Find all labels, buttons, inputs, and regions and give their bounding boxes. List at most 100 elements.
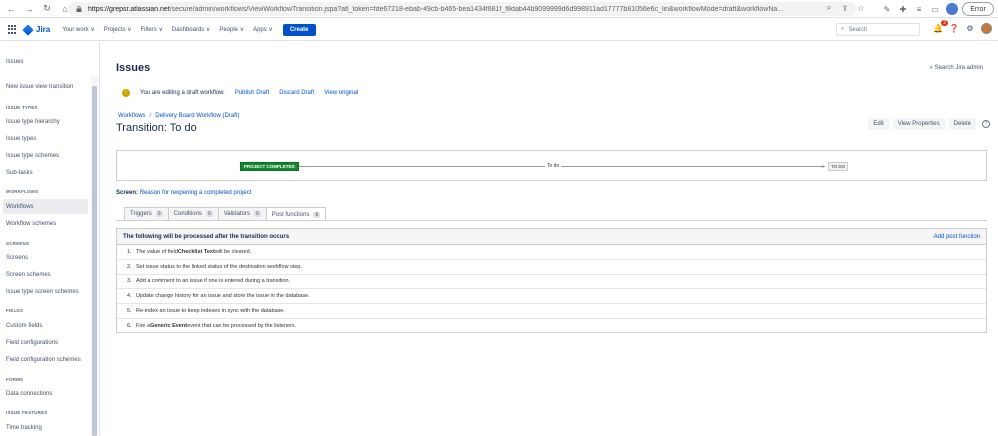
- sidebar-item-screens[interactable]: Screens: [6, 255, 28, 261]
- extensions-puzzle-icon[interactable]: ✚: [898, 4, 908, 14]
- tab-conditions[interactable]: Conditions 0: [167, 207, 219, 220]
- tab-count: 0: [253, 211, 261, 217]
- search-admin-label: Search Jira admin: [934, 65, 983, 71]
- create-button[interactable]: Create: [282, 23, 316, 36]
- search-icon: ⌕: [841, 26, 845, 32]
- breadcrumb-separator: /: [149, 113, 152, 119]
- sidebar-scrollbar[interactable]: [91, 76, 98, 436]
- tab-count: 6: [313, 211, 321, 218]
- user-avatar[interactable]: [981, 23, 992, 34]
- list-item-text: Fire a: [136, 323, 151, 330]
- app-switcher-icon[interactable]: [8, 24, 18, 35]
- share-icon[interactable]: ⇪: [840, 3, 850, 13]
- transition-title: Transition: To do: [116, 122, 197, 134]
- help-icon[interactable]: ❓: [949, 24, 959, 34]
- list-item: 1. The value of field Checklist Text will…: [117, 245, 986, 260]
- list-item: 5. Re-index an issue to keep indexes in s…: [117, 304, 986, 319]
- transition-actions: Edit View Properties Delete ?: [868, 118, 990, 130]
- to-status-lozenge: TO DO: [828, 162, 849, 171]
- side-panel-icon[interactable]: ▭: [930, 4, 940, 14]
- list-item-text-end: event that can be processed by the liste…: [187, 323, 297, 330]
- publish-draft-link[interactable]: Publish Draft: [235, 90, 269, 96]
- menu-projects[interactable]: Projects ∨: [104, 26, 132, 33]
- sidebar-item-issue-type-hierarchy[interactable]: Issue type hierarchy: [6, 119, 60, 125]
- edit-button[interactable]: Edit: [868, 118, 889, 130]
- sidebar-scrollbar-thumb[interactable]: [92, 86, 97, 436]
- sidebar-item-new-issue-view-transition[interactable]: New issue view transition: [6, 84, 73, 90]
- screen-link[interactable]: Reason for reopening a completed project: [140, 190, 252, 196]
- menu-people[interactable]: People ∨: [219, 26, 244, 33]
- search-placeholder: Search: [848, 26, 868, 33]
- zoom-icon[interactable]: ⌕: [824, 3, 834, 13]
- draft-notice: ! You are editing a draft workflow. Publ…: [122, 89, 358, 97]
- profile-avatar[interactable]: [946, 3, 958, 15]
- tab-label: Post functions: [271, 211, 310, 218]
- notifications-icon[interactable]: 🔔 2: [933, 19, 948, 34]
- sidebar-item-time-tracking[interactable]: Time tracking: [6, 425, 42, 431]
- sidebar-heading-forms: FORMS: [6, 377, 24, 382]
- sidebar-item-screen-schemes[interactable]: Screen schemes: [6, 272, 51, 278]
- menu-apps[interactable]: Apps ∨: [253, 26, 273, 33]
- jira-top-nav: Jira Your work ∨ Projects ∨ Filters ∨ Da…: [0, 19, 998, 41]
- list-item-text: Add a comment to an issue if one is ente…: [136, 278, 291, 285]
- tab-count: 0: [205, 211, 213, 217]
- list-item-text-end: will be cleared.: [214, 248, 252, 255]
- view-properties-button[interactable]: View Properties: [892, 118, 945, 130]
- arrow-right-icon: ▸: [822, 164, 826, 170]
- post-functions-header: The following will be processed after th…: [117, 229, 986, 245]
- forward-icon[interactable]: →: [22, 2, 36, 16]
- sidebar-item-issue-type-schemes[interactable]: Issue type schemes: [6, 153, 59, 159]
- delete-button[interactable]: Delete: [948, 118, 976, 130]
- sidebar-item-field-configurations[interactable]: Field configurations: [6, 340, 58, 346]
- screen-row: Screen: Reason for reopening a completed…: [116, 190, 251, 196]
- tab-label: Validators: [223, 211, 250, 217]
- tab-post-functions[interactable]: Post functions 6: [265, 207, 327, 221]
- back-icon[interactable]: ←: [4, 2, 18, 16]
- list-item: 3. Add a comment to an issue if one is en…: [117, 275, 986, 290]
- discard-draft-link[interactable]: Discard Draft: [279, 90, 314, 96]
- main-content: Issues ⌕ Search Jira admin ! You are edi…: [100, 42, 998, 436]
- list-item-text: Set issue status to the linked status of…: [136, 263, 303, 270]
- tab-triggers[interactable]: Triggers 0: [124, 207, 169, 220]
- media-queue-icon[interactable]: ≡: [914, 4, 924, 14]
- menu-dashboards[interactable]: Dashboards ∨: [172, 26, 210, 33]
- admin-sidebar: Issues New issue view transition ISSUE T…: [0, 42, 100, 436]
- menu-your-work[interactable]: Your work ∨: [62, 26, 95, 33]
- breadcrumb-workflows[interactable]: Workflows: [118, 113, 146, 119]
- list-item: 4. Update change history for an issue and…: [117, 289, 986, 305]
- menu-filters[interactable]: Filters ∨: [141, 26, 163, 33]
- search-jira-admin-link[interactable]: ⌕ Search Jira admin: [930, 65, 983, 72]
- warning-icon: !: [122, 89, 130, 97]
- jira-logo[interactable]: Jira: [22, 23, 50, 36]
- list-item-bold-text: Generic Event: [150, 323, 188, 330]
- list-item-bold-text: Checklist Text: [177, 248, 215, 255]
- address-bar[interactable]: https://grepsr.atlassian.net/secure/admi…: [68, 2, 856, 16]
- screen-label: Screen:: [116, 190, 139, 196]
- post-functions-heading: The following will be processed after th…: [123, 233, 290, 240]
- tab-label: Conditions: [173, 211, 202, 217]
- sidebar-item-field-configuration-schemes[interactable]: Field configuration schemes: [6, 357, 81, 363]
- settings-gear-icon[interactable]: ⚙: [965, 24, 975, 34]
- sidebar-item-custom-fields[interactable]: Custom fields: [6, 323, 42, 329]
- extension-tool-icon[interactable]: ✎: [882, 4, 892, 14]
- sidebar-item-issue-type-screen-schemes[interactable]: Issue type screen schemes: [6, 289, 79, 295]
- sidebar-item-issue-types[interactable]: Issue types: [6, 136, 36, 142]
- reload-icon[interactable]: ↻: [40, 2, 54, 16]
- view-original-link[interactable]: View original: [324, 90, 358, 96]
- help-circle-icon[interactable]: ?: [982, 120, 990, 128]
- bookmark-star-icon[interactable]: ☆: [856, 3, 866, 13]
- breadcrumb-workflow-draft[interactable]: Delivery Board Workflow (Draft): [155, 113, 239, 119]
- list-item-number: 2.: [127, 263, 132, 270]
- browser-error-button[interactable]: Error: [962, 2, 994, 16]
- sidebar-item-issues[interactable]: Issues: [6, 59, 23, 65]
- tab-validators[interactable]: Validators 0: [217, 207, 267, 220]
- sidebar-item-workflow-schemes[interactable]: Workflow schemes: [6, 221, 56, 227]
- sidebar-item-sub-tasks[interactable]: Sub-tasks: [6, 170, 33, 176]
- add-post-function-link[interactable]: Add post function: [934, 234, 980, 240]
- lock-icon: [76, 6, 82, 12]
- sidebar-item-workflows[interactable]: Workflows: [6, 204, 34, 210]
- sidebar-item-data-connections[interactable]: Data connections: [6, 391, 52, 397]
- search-input[interactable]: ⌕ Search: [836, 23, 920, 36]
- sidebar-heading-fields: FIELDS: [6, 308, 24, 313]
- jira-logo-icon: [22, 23, 34, 36]
